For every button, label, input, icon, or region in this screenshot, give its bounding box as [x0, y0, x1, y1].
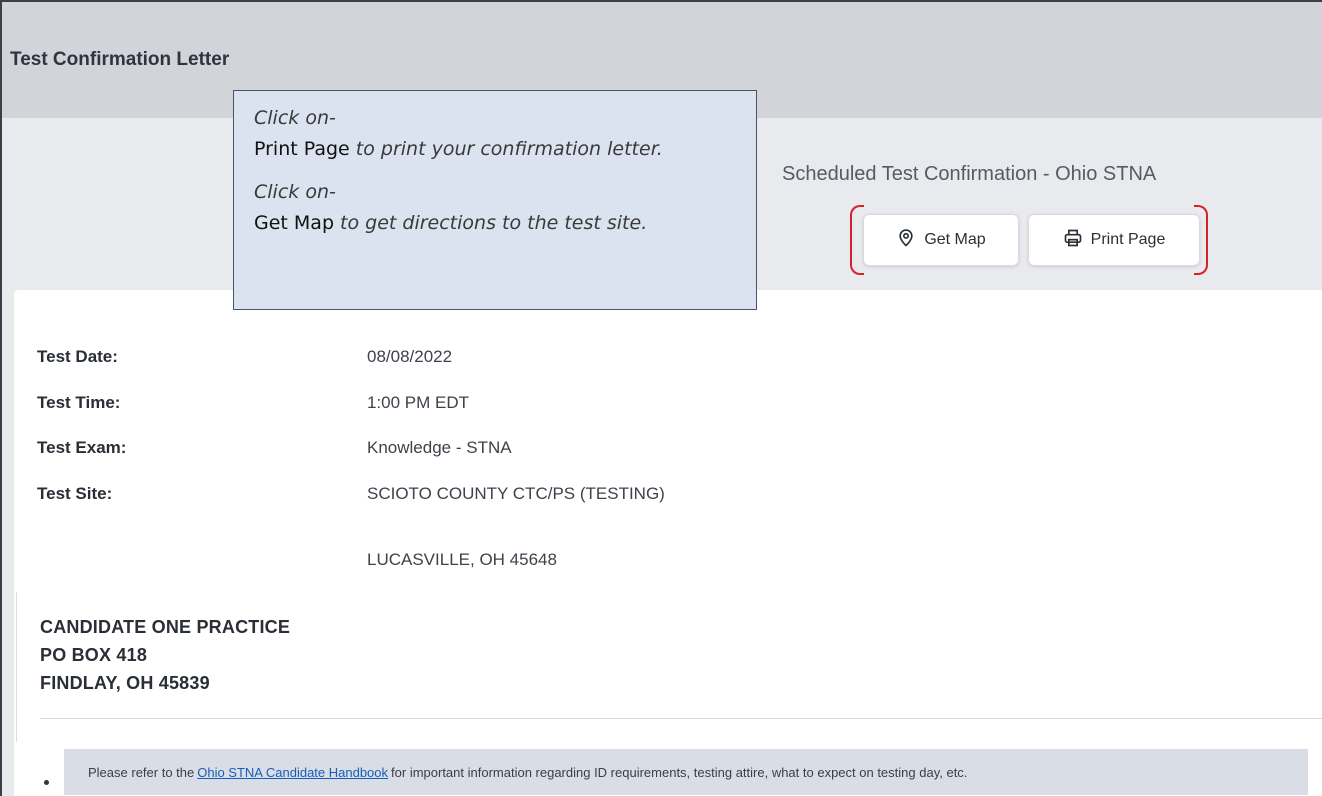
card-left-rule — [16, 592, 17, 742]
site-city: LUCASVILLE, OH 45648 — [367, 550, 557, 569]
detail-value: SCIOTO COUNTY CTC/PS (TESTING) — [367, 484, 665, 503]
detail-value: 1:00 PM EDT — [367, 393, 470, 412]
callout-line-2: Get Map to get directions to the test si… — [254, 208, 736, 239]
map-pin-icon — [896, 228, 916, 253]
print-page-button[interactable]: Print Page — [1028, 214, 1200, 266]
candidate-handbook-link[interactable]: Ohio STNA Candidate Handbook — [197, 765, 388, 780]
notice-prefix: Please refer to the — [88, 764, 195, 780]
callout-prefix-1: Click on- — [254, 107, 336, 129]
divider — [40, 718, 1322, 719]
detail-label: Test Exam: — [37, 438, 127, 457]
notice-suffix: for important information regarding ID r… — [391, 764, 968, 780]
instruction-callout: Click on- Print Page to print your confi… — [233, 90, 757, 310]
print-page-label: Print Page — [1090, 231, 1166, 248]
detail-value: 08/08/2022 — [367, 347, 453, 366]
highlight-bracket-left — [850, 205, 864, 275]
handbook-notice: Please refer to the Ohio STNA Candidate … — [64, 749, 1308, 795]
callout-prefix-2: Click on- — [254, 181, 336, 203]
callout-suffix-1: to print your confirmation letter. — [349, 138, 663, 160]
printer-icon — [1063, 228, 1083, 253]
callout-action-map: Get Map — [254, 212, 334, 234]
confirmation-card — [14, 290, 1322, 796]
detail-label: Test Date: — [37, 347, 118, 366]
callout-suffix-2: to get directions to the test site. — [334, 212, 648, 234]
detail-label: Test Time: — [37, 393, 121, 412]
bullet-dot — [44, 780, 49, 785]
candidate-name: CANDIDATE ONE PRACTICE — [40, 617, 291, 637]
get-map-button[interactable]: Get Map — [863, 214, 1019, 266]
page-frame: Test Confirmation Letter Scheduled Test … — [0, 0, 1322, 796]
scheduled-title: Scheduled Test Confirmation - Ohio STNA — [782, 163, 1157, 185]
callout-action-print: Print Page — [254, 138, 350, 160]
callout-line-1: Print Page to print your confirmation le… — [254, 134, 736, 165]
candidate-address-line1: PO BOX 418 — [40, 645, 148, 665]
page-title: Test Confirmation Letter — [10, 49, 230, 70]
detail-value: Knowledge - STNA — [367, 438, 512, 457]
candidate-address-line2: FINDLAY, OH 45839 — [40, 673, 210, 693]
detail-label: Test Site: — [37, 484, 113, 503]
get-map-label: Get Map — [924, 231, 986, 248]
candidate-address: CANDIDATE ONE PRACTICE PO BOX 418 FINDLA… — [40, 613, 290, 697]
